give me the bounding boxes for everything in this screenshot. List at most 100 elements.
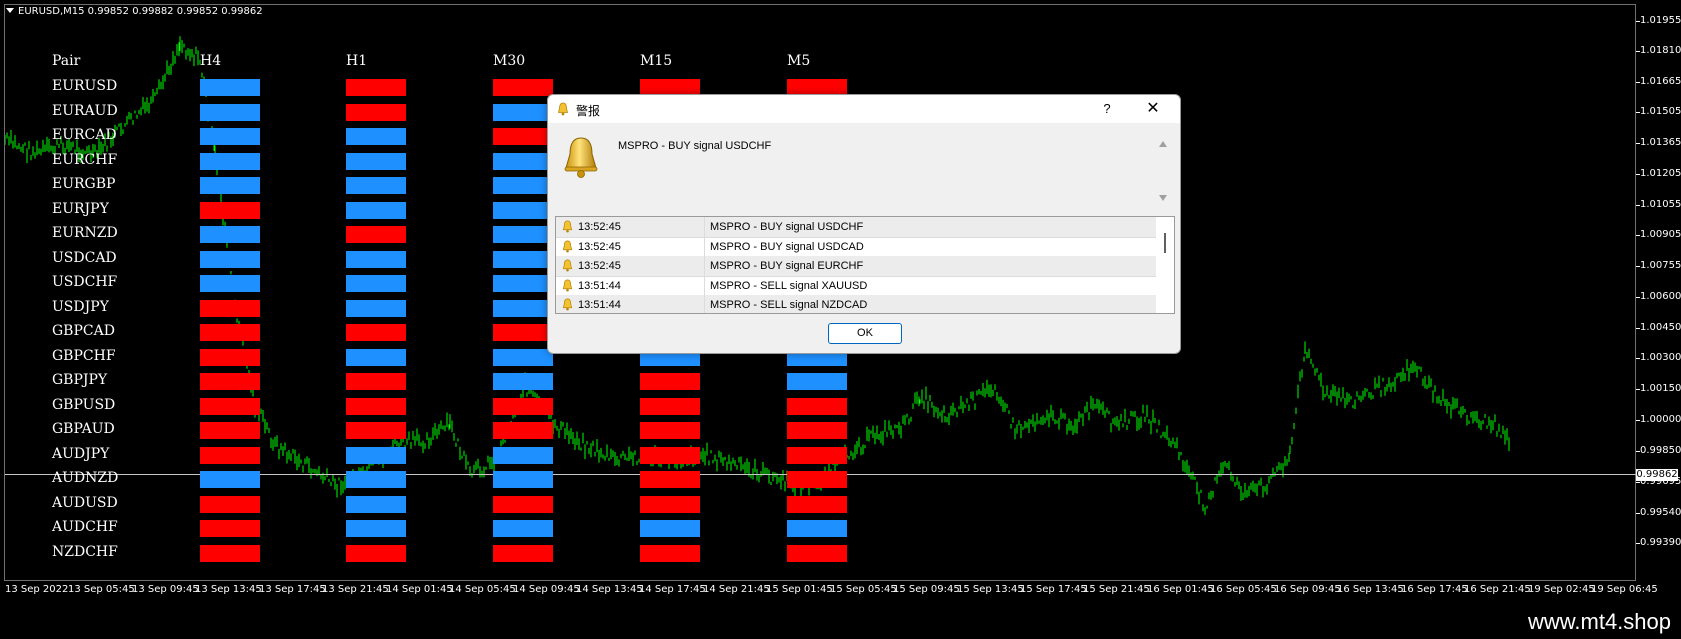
time-label: 13 Sep 13:45	[195, 584, 262, 595]
bell-icon	[562, 220, 573, 233]
signal-cell-sell	[640, 471, 700, 488]
signal-cell-buy	[346, 520, 406, 537]
pair-label: EURCAD	[52, 127, 117, 143]
pair-label: GBPUSD	[52, 396, 116, 413]
alert-row[interactable]: 13:52:45 MSPRO - BUY signal EURCHF	[556, 256, 1156, 277]
signal-cell-sell	[493, 324, 553, 341]
signal-cell-sell	[200, 446, 260, 464]
price-label: 1.01810	[1640, 45, 1681, 56]
signal-cell-sell	[787, 422, 847, 439]
signal-cell-sell	[346, 397, 406, 415]
signal-cell-sell	[787, 446, 847, 464]
signal-cell-sell	[346, 422, 406, 439]
signal-cell-buy	[200, 128, 260, 145]
signal-cell-buy	[346, 471, 406, 488]
help-button[interactable]: ?	[1096, 99, 1118, 119]
signal-cell-sell	[346, 226, 406, 243]
dialog-titlebar[interactable]: 警报 ? ✕	[548, 95, 1180, 123]
column-divider	[704, 256, 705, 276]
price-label: 1.01205	[1640, 168, 1681, 179]
signal-cell-sell	[640, 544, 700, 562]
scroll-up-icon[interactable]	[1159, 141, 1167, 147]
signal-cell-buy	[493, 446, 553, 464]
signal-cell-sell	[200, 397, 260, 415]
signal-cell-sell	[640, 495, 700, 513]
alert-row[interactable]: 13:52:45 MSPRO - BUY signal USDCHF	[556, 217, 1156, 238]
signal-cell-buy	[346, 348, 406, 366]
time-label: 19 Sep 06:45	[1591, 584, 1658, 595]
signal-cell-sell	[346, 103, 406, 121]
alert-message: MSPRO - BUY signal USDCHF	[618, 140, 772, 152]
signal-cell-sell	[200, 520, 260, 537]
signal-cell-sell	[200, 495, 260, 513]
close-button[interactable]: ✕	[1138, 99, 1168, 119]
time-label: 19 Sep 02:45	[1528, 584, 1595, 595]
alert-history-list[interactable]: 13:52:45 MSPRO - BUY signal USDCHF 13:52:4…	[555, 216, 1175, 314]
signal-cell-buy	[346, 495, 406, 513]
time-label: 13 Sep 09:45	[132, 584, 199, 595]
timeframe-header: M30	[493, 53, 526, 69]
time-label: 14 Sep 09:45	[513, 584, 580, 595]
alert-text: MSPRO - SELL signal NZDCAD	[710, 299, 868, 311]
price-label: 1.00450	[1640, 322, 1681, 333]
message-scrollbar[interactable]	[1158, 139, 1168, 203]
bell-icon	[562, 259, 573, 272]
signal-cell-buy	[787, 373, 847, 390]
signal-cell-sell	[346, 324, 406, 341]
chart-symbol-info: EURUSD,M15 0.99852 0.99882 0.99852 0.998…	[18, 6, 263, 17]
alert-dialog[interactable]: 警报 ? ✕ MSPRO - BUY signal USDCHF 13:52:4…	[547, 94, 1181, 354]
alert-row[interactable]: 13:52:45 MSPRO - BUY signal USDCAD	[556, 236, 1156, 258]
signal-cell-buy	[346, 299, 406, 317]
watermark: www.mt4.shop	[1527, 609, 1671, 634]
chart-menu-triangle-icon[interactable]	[6, 8, 14, 13]
bell-icon	[557, 102, 569, 116]
pair-label: AUDUSD	[52, 494, 118, 511]
signal-cell-buy	[346, 275, 406, 292]
alert-row[interactable]: 13:51:44 MSPRO - SELL signal NZDCAD	[556, 295, 1156, 313]
time-label: 15 Sep 09:45	[893, 584, 960, 595]
signal-cell-sell	[640, 397, 700, 415]
signal-cell-buy	[493, 520, 553, 537]
pair-label: GBPAUD	[52, 421, 115, 437]
scrollbar-thumb[interactable]	[1164, 233, 1166, 253]
time-label: 13 Sep 17:45	[259, 584, 326, 595]
pair-column-header: Pair	[52, 53, 81, 69]
signal-cell-sell	[493, 79, 553, 96]
time-label: 15 Sep 05:45	[830, 584, 897, 595]
price-label: 1.01665	[1640, 76, 1681, 87]
signal-cell-sell	[787, 495, 847, 513]
time-label: 13 Sep 2022	[5, 584, 69, 595]
signal-cell-sell	[493, 397, 553, 415]
alert-row[interactable]: 13:51:44 MSPRO - SELL signal XAUUSD	[556, 275, 1156, 297]
ok-button[interactable]: OK	[828, 323, 902, 344]
signal-cell-buy	[200, 250, 260, 268]
dialog-title: 警报	[576, 104, 601, 118]
scroll-down-icon[interactable]	[1159, 195, 1167, 201]
pair-label: EURUSD	[52, 78, 118, 94]
time-label: 16 Sep 17:45	[1401, 584, 1468, 595]
price-label: 0.99390	[1640, 537, 1681, 548]
time-label: 15 Sep 17:45	[1020, 584, 1087, 595]
signal-cell-buy	[493, 348, 553, 366]
signal-cell-buy	[200, 103, 260, 121]
signal-cell-buy	[640, 520, 700, 537]
pair-label: EURGBP	[52, 176, 116, 192]
price-label: 1.00600	[1640, 291, 1681, 302]
time-label: 13 Sep 05:45	[68, 584, 135, 595]
price-label: 1.00755	[1640, 260, 1681, 271]
signal-cell-sell	[200, 373, 260, 390]
signal-cell-buy	[200, 275, 260, 292]
signal-cell-sell	[787, 397, 847, 415]
column-divider	[704, 275, 705, 296]
timeframe-header: M15	[640, 53, 673, 69]
list-scrollbar[interactable]	[1157, 217, 1174, 313]
signal-cell-sell	[640, 373, 700, 390]
column-divider	[704, 295, 705, 313]
signal-cell-sell	[200, 544, 260, 562]
signal-cell-buy	[493, 177, 553, 194]
pair-label: NZDCHF	[52, 543, 118, 560]
signal-cell-buy	[493, 226, 553, 243]
price-label: 0.99540	[1640, 507, 1681, 518]
column-divider	[704, 236, 705, 257]
time-label: 16 Sep 13:45	[1337, 584, 1404, 595]
